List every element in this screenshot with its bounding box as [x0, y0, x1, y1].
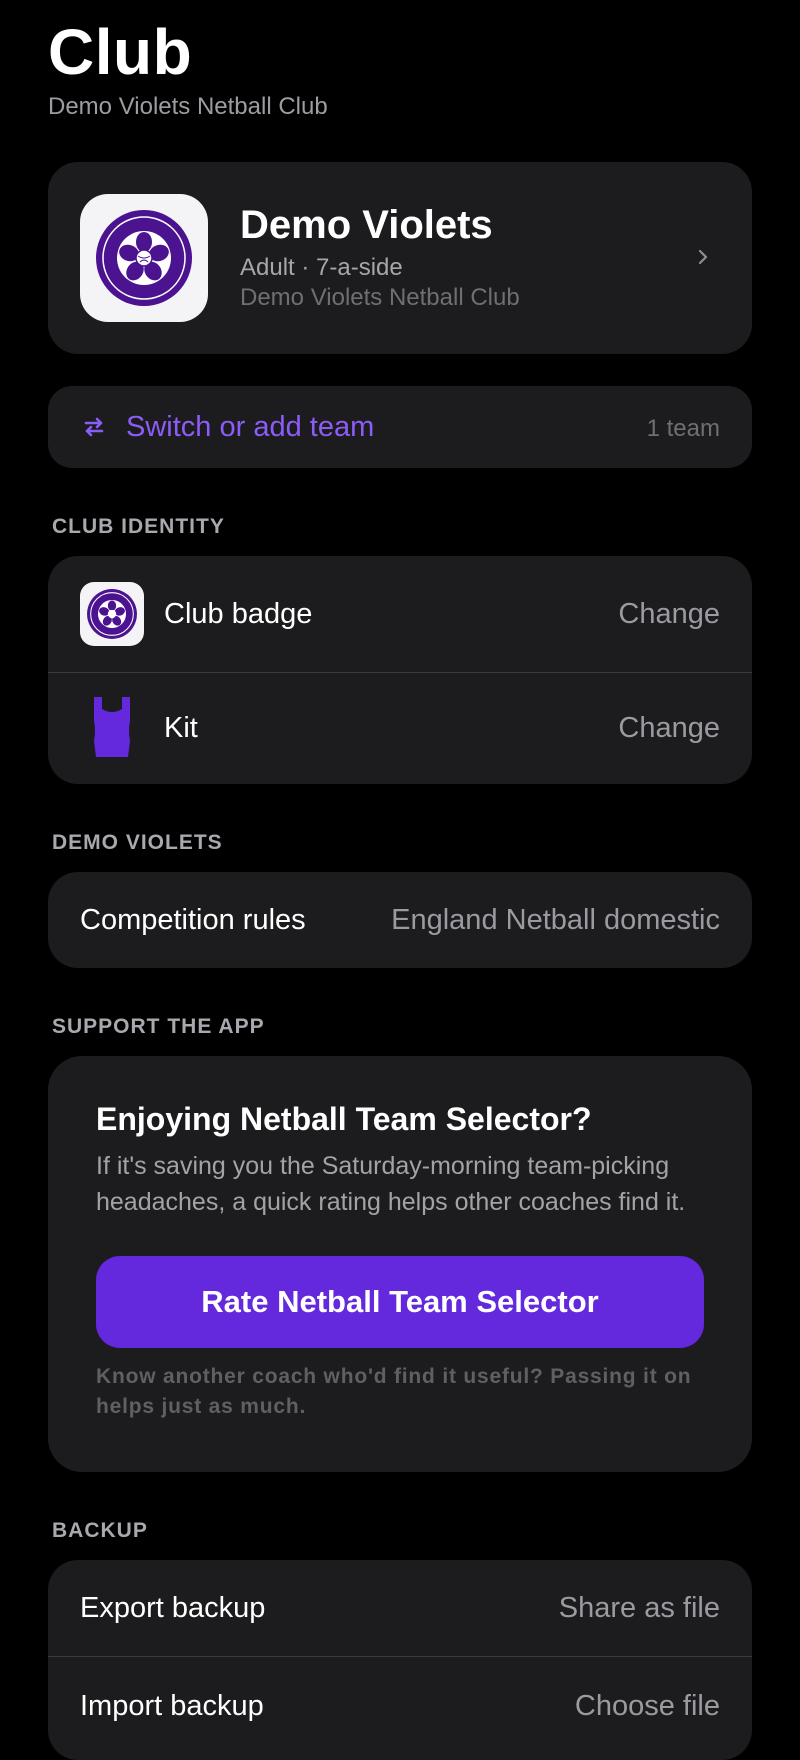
kit-change-button[interactable]: Change: [618, 711, 720, 745]
support-footnote: Know another coach who'd find it useful?…: [96, 1365, 692, 1418]
import-backup-label: Import backup: [80, 1690, 264, 1722]
section-team: DEMO VIOLETS: [52, 831, 223, 854]
page-title: Club: [48, 16, 193, 88]
support-body: If it's saving you the Saturday-morning …: [96, 1152, 686, 1216]
team-meta: Adult · 7-a-side: [240, 254, 403, 281]
section-club-identity: CLUB IDENTITY: [52, 515, 225, 538]
swap-arrows-icon: [84, 417, 104, 437]
kit-label: Kit: [164, 712, 198, 744]
team-count: 1 team: [646, 415, 720, 442]
export-backup-row[interactable]: Export backup Share as file: [48, 1560, 752, 1656]
section-support: SUPPORT THE APP: [52, 1015, 265, 1038]
switch-team-button[interactable]: Switch or add team 1 team: [48, 386, 752, 468]
section-backup: BACKUP: [52, 1519, 148, 1542]
backup-card: Export backup Share as file Import backu…: [48, 1560, 752, 1760]
kit-bib-icon: [94, 697, 130, 757]
rate-app-button[interactable]: Rate Netball Team Selector: [96, 1256, 704, 1348]
competition-rules-row[interactable]: Competition rules England Netball domest…: [48, 872, 752, 968]
team-card[interactable]: Demo Violets Adult · 7-a-side Demo Viole…: [48, 162, 752, 354]
import-backup-value: Choose file: [574, 1690, 720, 1722]
import-backup-row[interactable]: Import backup Choose file: [48, 1657, 752, 1760]
club-badge-row[interactable]: Club badge Change: [48, 556, 752, 672]
support-heading: Enjoying Netball Team Selector?: [96, 1101, 592, 1137]
export-backup-label: Export backup: [80, 1592, 266, 1624]
support-card: Enjoying Netball Team Selector? If it's …: [48, 1056, 752, 1472]
chevron-right-icon: [698, 249, 708, 265]
club-badge-icon: [80, 194, 208, 322]
team-club-name: Demo Violets Netball Club: [240, 284, 520, 311]
club-badge-change-button[interactable]: Change: [618, 597, 720, 631]
switch-team-label: Switch or add team: [126, 411, 375, 443]
page-subtitle: Demo Violets Netball Club: [48, 93, 328, 120]
competition-rules-value: England Netball domestic: [391, 904, 720, 936]
team-name: Demo Violets: [240, 203, 493, 247]
competition-rules-label: Competition rules: [80, 904, 306, 936]
export-backup-value: Share as file: [558, 1592, 720, 1624]
club-badge-label: Club badge: [164, 598, 313, 630]
club-identity-card: Club badge Change Kit Change: [48, 556, 752, 784]
kit-row[interactable]: Kit Change: [48, 673, 752, 784]
club-badge-thumb-icon: [80, 582, 144, 646]
